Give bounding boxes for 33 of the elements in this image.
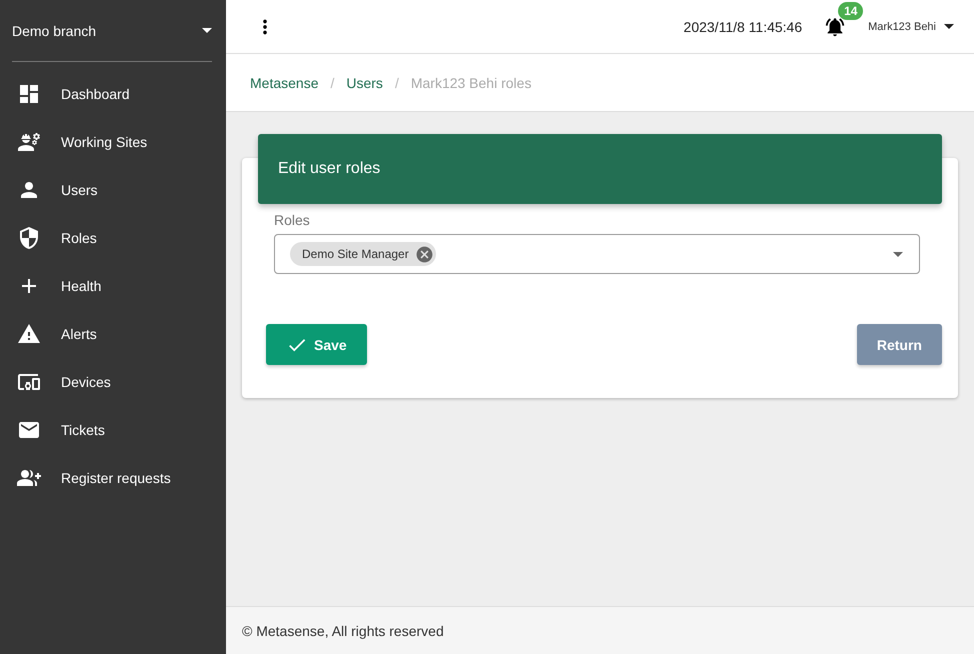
remove-icon[interactable] — [414, 244, 434, 264]
field-label: Roles — [274, 212, 311, 228]
breadcrumb-link[interactable]: Metasense — [250, 74, 318, 90]
caret-icon — [944, 24, 954, 29]
sidebar-item[interactable]: Alerts — [0, 310, 226, 358]
breadcrumb-link[interactable]: Users — [346, 74, 383, 90]
caret-icon — [202, 28, 212, 33]
caret-icon — [893, 252, 903, 256]
date-time: 2023/11/8 11:45:46 — [684, 18, 802, 34]
sidebar-item[interactable]: Working Sites — [0, 118, 226, 166]
shield-icon — [17, 226, 41, 250]
roles-select[interactable]: Demo Site Manager — [274, 234, 920, 274]
warning-icon — [17, 322, 41, 346]
sidebar-item[interactable]: Roles — [0, 214, 226, 262]
footer-text: © Metasense, All rights reserved — [226, 606, 974, 654]
branch-selector[interactable]: Demo branch — [12, 0, 212, 62]
worker-icon — [17, 130, 41, 154]
sidebar-item[interactable]: Dashboard — [0, 70, 226, 118]
user-menu[interactable]: Mark123 Behi — [868, 20, 936, 32]
sidebar-item[interactable]: Register requests — [0, 454, 226, 502]
breadcrumb-current: Mark123 Behi roles — [410, 74, 532, 90]
card-title: Edit user roles — [278, 160, 380, 178]
sidebar-item[interactable]: Devices — [0, 358, 226, 406]
sidebar-item[interactable]: Users — [0, 166, 226, 214]
role-chip[interactable]: Demo Site Manager — [290, 242, 436, 266]
sidebar-item[interactable]: Health — [0, 262, 226, 310]
breadcrumb-separator: / — [330, 74, 334, 90]
notification-count: 14 — [838, 2, 864, 20]
sidebar-item[interactable]: Tickets — [0, 406, 226, 454]
bell-icon[interactable] — [824, 16, 846, 38]
dashboard-icon — [17, 82, 41, 106]
save-button[interactable]: Save — [266, 324, 367, 365]
breadcrumb-separator: / — [394, 74, 399, 90]
